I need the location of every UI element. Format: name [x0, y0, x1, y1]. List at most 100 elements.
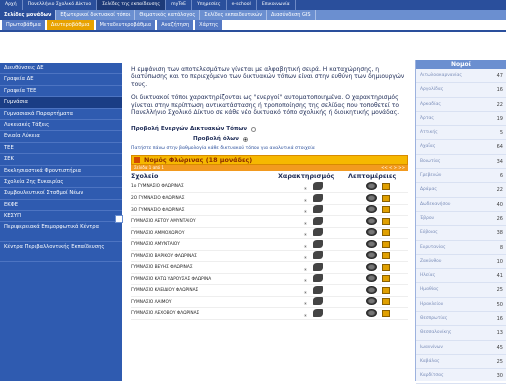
prefecture-name[interactable]: Ιωαννίνων [420, 341, 490, 354]
info-icon[interactable] [382, 206, 391, 214]
level-tab[interactable]: Αναζήτηση [157, 20, 194, 30]
details-cell[interactable] [348, 227, 408, 240]
prefecture-name[interactable]: Εύβοιας [420, 226, 490, 239]
rating-icon[interactable] [312, 297, 323, 306]
prefecture-row[interactable]: Αττικής 5 [416, 126, 506, 141]
rating-cell[interactable]: ✳ [278, 284, 348, 297]
prefecture-name[interactable]: Δράμας [420, 183, 490, 196]
sidebar-item[interactable]: ΚΕΣΥΠ [0, 211, 122, 223]
school-name[interactable]: ΓΥΜΝΑΣΙΟ ΒΑΡΙΚΟΥ ΦΛΩΡΙΝΑΣ [131, 250, 278, 263]
prefecture-row[interactable]: Ηλείας 41 [416, 269, 506, 284]
sidebar-item[interactable]: Συμβουλευτικοί Σταθμοί Νέων [0, 188, 122, 200]
school-name[interactable]: 1ο ΓΥΜΝΑΣΙΟ ΦΛΩΡΙΝΑΣ [131, 181, 278, 194]
rating-icon[interactable] [312, 193, 323, 202]
prefecture-name[interactable]: Ηρακλείου [420, 298, 490, 311]
sidebar-item[interactable]: ΕΚΦΕ [0, 200, 122, 212]
prefecture-name[interactable]: Θεσπρωτίας [420, 312, 490, 325]
school-name[interactable]: ΓΥΜΝΑΣΙΟ ΛΑΙΜΟΥ [131, 296, 278, 309]
details-icon[interactable] [365, 216, 377, 225]
details-icon[interactable] [365, 228, 377, 237]
sidebar-item[interactable]: Κέντρα Περιβαλλοντικής Εκπαίδευσης [0, 242, 122, 263]
details-cell[interactable] [348, 273, 408, 286]
prefecture-row[interactable]: Αργολίδας 16 [416, 83, 506, 98]
details-cell[interactable] [348, 296, 408, 309]
topnav-item[interactable]: Πανελλήνιο Σχολικό Δίκτυο [23, 0, 98, 10]
table-row[interactable]: 2Ο ΓΥΜΝΑΣΙΟ ΦΛΩΡΙΝΑΣ ✳ [131, 192, 408, 205]
details-icon[interactable] [365, 193, 377, 202]
prefecture-name[interactable]: Αχαΐας [420, 140, 490, 153]
rating-cell[interactable]: ✳ [278, 250, 348, 263]
info-icon[interactable] [382, 217, 391, 225]
subnav-item[interactable]: Εξωτερικοί δικτυακοί τόποι [56, 10, 136, 20]
sidebar-item[interactable]: Λυκειακές Τάξεις [0, 120, 122, 132]
rating-cell[interactable]: ✳ [278, 238, 348, 251]
info-icon[interactable] [382, 263, 391, 271]
info-icon[interactable] [382, 298, 391, 306]
subnav-item[interactable]: Σελίδες εκπαιδευτικών [200, 10, 268, 20]
prefecture-row[interactable]: Αχαΐας 64 [416, 140, 506, 155]
prefecture-row[interactable]: Δράμας 22 [416, 183, 506, 198]
prefecture-name[interactable]: Αττικής [420, 126, 490, 139]
details-icon[interactable] [365, 262, 377, 271]
details-cell[interactable] [348, 181, 408, 194]
rating-cell[interactable]: ✳ [278, 273, 348, 286]
rating-cell[interactable]: ✳ [278, 204, 348, 217]
rating-cell[interactable]: ✳ [278, 192, 348, 205]
details-cell[interactable] [348, 307, 408, 320]
subnav-item[interactable]: Διασύνδεση GIS [267, 10, 316, 20]
prefecture-name[interactable]: Αρκαδίας [420, 98, 490, 111]
prefecture-row[interactable]: Θεσπρωτίας 16 [416, 312, 506, 327]
prefecture-row[interactable]: Θεσσαλονίκης 13 [416, 326, 506, 341]
rating-icon[interactable] [312, 239, 323, 248]
school-name[interactable]: 3Ο ΓΥΜΝΑΣΙΟ ΦΛΩΡΙΝΑΣ [131, 204, 278, 217]
topnav-item[interactable]: myTeE [166, 0, 193, 10]
sidebar-item[interactable]: ΤΕΕ [0, 143, 122, 155]
info-icon[interactable] [382, 286, 391, 294]
school-name[interactable]: 2Ο ΓΥΜΝΑΣΙΟ ΦΛΩΡΙΝΑΣ [131, 192, 278, 205]
table-row[interactable]: ΓΥΜΝΑΣΙΟ ΒΕΥΗΣ ΦΛΩΡΙΝΑΣ ✳ [131, 261, 408, 274]
school-name[interactable]: ΓΥΜΝΑΣΙΟ ΛΕΧΟΒΟΥ ΦΛΩΡΙΝΑΣ [131, 307, 278, 320]
sidebar-item[interactable]: Γυμνάσια [0, 97, 122, 109]
table-row[interactable]: 3Ο ΓΥΜΝΑΣΙΟ ΦΛΩΡΙΝΑΣ ✳ [131, 204, 408, 217]
level-tab[interactable]: Πρωτοβάθμια [2, 20, 45, 30]
details-icon[interactable] [365, 285, 377, 294]
sidebar-item[interactable]: Γυμνασιακά Παραρτήματα [0, 109, 122, 120]
prefecture-row[interactable]: Άρτας 19 [416, 112, 506, 127]
filter-active-row[interactable]: Προβολή Ενεργών Δικτυακών Τόπων [131, 126, 408, 132]
table-row[interactable]: ΓΥΜΝΑΣΙΟ ΑΜΥΝΤΑΙΟΥ ✳ [131, 238, 408, 251]
prefecture-row[interactable]: Γρεβενών 6 [416, 169, 506, 184]
rating-icon[interactable] [312, 181, 323, 190]
topnav-item[interactable]: Επικοινωνία [257, 0, 296, 10]
filter-all-radio[interactable] [242, 136, 248, 142]
table-row[interactable]: ΓΥΜΝΑΣΙΟ ΑΜΜΟΧΩΡΙΟΥ ✳ [131, 227, 408, 240]
table-row[interactable]: 1ο ΓΥΜΝΑΣΙΟ ΦΛΩΡΙΝΑΣ ✳ [131, 181, 408, 194]
prefecture-row[interactable]: Ημαθίας 25 [416, 283, 506, 298]
topnav-item[interactable]: Σελίδες της εκπαίδευσης [97, 0, 167, 10]
details-cell[interactable] [348, 284, 408, 297]
level-tab[interactable]: Μεταδευτεροβάθμια [95, 20, 156, 30]
sidebar-item[interactable]: Εκκλησιαστικά Φροντιστήρια [0, 166, 122, 177]
details-icon[interactable] [365, 251, 377, 260]
table-row[interactable]: ΓΥΜΝΑΣΙΟ ΒΑΡΙΚΟΥ ΦΛΩΡΙΝΑΣ ✳ [131, 250, 408, 263]
prefecture-row[interactable]: Ιωαννίνων 45 [416, 341, 506, 355]
rating-icon[interactable] [312, 205, 323, 214]
prefecture-name[interactable]: Ζακύνθου [420, 255, 490, 268]
prefecture-name[interactable]: Ευρυτανίας [420, 241, 490, 254]
school-name[interactable]: ΓΥΜΝΑΣΙΟ ΚΛΕΙΔΙΟΥ ΦΛΩΡΙΝΑΣ [131, 284, 278, 297]
prefecture-name[interactable]: Αιτωλοακαρνανίας [420, 69, 490, 82]
rating-icon[interactable] [312, 251, 323, 260]
topnav-item[interactable]: Υπηρεσίες [192, 0, 227, 10]
details-cell[interactable] [348, 192, 408, 205]
prefecture-row[interactable]: Ηρακλείου 50 [416, 298, 506, 313]
rating-cell[interactable]: ✳ [278, 181, 348, 194]
prefecture-name[interactable]: Γρεβενών [420, 169, 490, 182]
details-cell[interactable] [348, 250, 408, 263]
prefecture-row[interactable]: Αιτωλοακαρνανίας 47 [416, 69, 506, 84]
info-icon[interactable] [382, 309, 391, 317]
prefecture-row[interactable]: Εύβοιας 38 [416, 226, 506, 241]
subnav-item[interactable]: Σελίδες μονάδων [0, 10, 57, 20]
prefecture-row[interactable]: Καβάλας 25 [416, 355, 506, 370]
prefecture-name[interactable]: Αργολίδας [420, 83, 490, 96]
prefecture-row[interactable]: Δωδεκανήσου 40 [416, 198, 506, 212]
prefecture-row[interactable]: Έβρου 26 [416, 212, 506, 227]
